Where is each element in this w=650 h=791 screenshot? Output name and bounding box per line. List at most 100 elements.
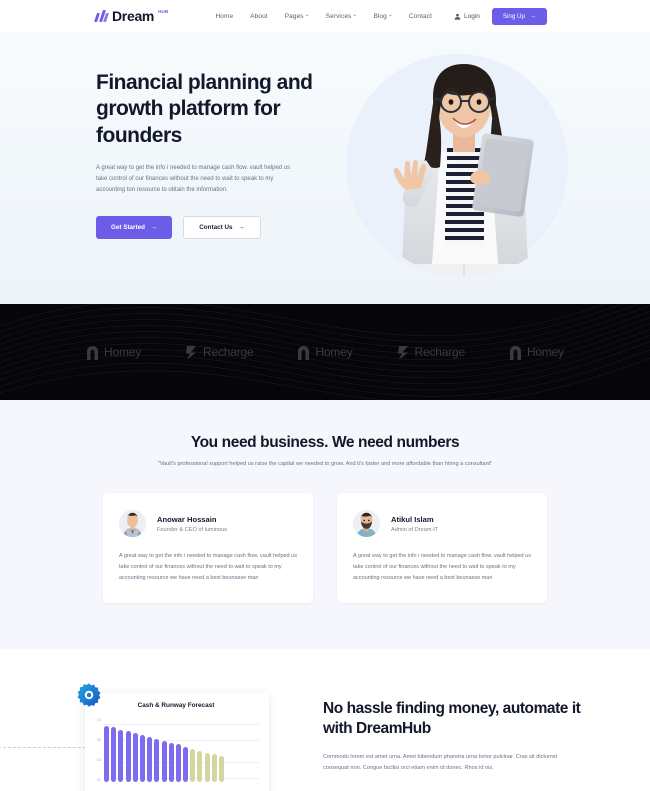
avatar-man-beard-image [353,510,380,537]
page-title: Financial planning and growth platform f… [96,71,313,147]
logo[interactable]: Dream HUB [94,8,169,24]
get-started-label: Get Started [111,224,145,232]
feature-title: No hassle finding money, automate it wit… [323,700,581,738]
contact-us-label: Contact Us [199,224,233,232]
chart-bar [168,742,174,782]
nav-item-home[interactable]: Home [215,13,233,20]
logo-superscript: HUB [158,8,169,14]
testimonial-quote: A great way to get the info i needed to … [353,553,531,581]
y-tick: 03 [97,758,101,762]
brand-label: Recharge [414,345,466,359]
nav-item-services[interactable]: Services + [326,13,357,20]
brand-label: Recharge [203,345,254,359]
hero-paragraph: A great way to get the info i needed to … [96,164,291,193]
brand-homey-2: Homey [297,345,353,360]
chart-bar [204,752,210,782]
arch-icon [87,345,99,360]
avatar-man-suit-image [119,510,146,537]
y-tick: 08 [97,738,101,742]
bolt-z-icon [186,345,197,359]
header-actions: Login Sing Up → [454,7,548,25]
signup-button[interactable]: Sing Up → [491,7,548,25]
feature-section: Cash & Runway Forecast 10 08 03 01 No ha… [0,649,650,791]
chart-visual: Cash & Runway Forecast 10 08 03 01 [0,683,305,791]
nav-item-blog[interactable]: Blog + [373,13,391,20]
avatar [119,510,146,537]
arrow-right-icon: → [529,12,537,20]
nav-item-contact[interactable]: Contact [409,13,432,20]
slash-mark-icon [94,10,110,22]
feature-paragraph: Commodo lorem est amet urna. Amet bibend… [323,753,558,771]
nav-label: Pages [284,12,304,20]
chart-bar [197,751,203,782]
chart-gridline [104,723,259,725]
arch-icon [298,345,310,360]
arrow-right-icon: → [238,224,245,232]
user-icon [454,13,461,20]
chart-bar [139,734,145,782]
get-started-button[interactable]: Get Started → [96,216,173,240]
testimonial-card: Atikul Islam Admin of Dream-IT A great w… [337,493,547,603]
chart-bar [161,740,167,782]
chart-bar [211,754,217,782]
contact-us-button[interactable]: Contact Us → [183,216,261,240]
nav-label: Home [215,12,234,20]
chart-title: Cash & Runway Forecast [137,702,215,709]
chart-bar [175,744,181,782]
nav-label: Blog [373,12,387,20]
testimonial-name: Atikul Islam [391,514,434,524]
brand-label: Homey [104,345,142,359]
site-header: Dream HUB Home About Pages + Services + … [0,0,650,32]
brand-recharge-1: Recharge [185,345,254,360]
testimonials-section: You need business. We need numbers "Vaul… [0,400,650,649]
hero-actions: Get Started → Contact Us → [96,216,330,240]
chart-card: Cash & Runway Forecast 10 08 03 01 [85,693,269,791]
chart-plot-area: 10 08 03 01 [93,718,259,790]
brand-label: Homey [315,345,353,359]
testimonial-name: Anowar Hossain [157,514,217,524]
nav-item-pages[interactable]: Pages + [285,13,309,20]
gear-icon [77,683,101,707]
arch-icon [509,345,521,360]
brand-homey-1: Homey [86,345,141,360]
section-title: You need business. We need numbers [190,434,460,451]
main-nav: Home About Pages + Services + Blog + Con… [215,13,432,20]
nav-label: Contact [408,12,432,20]
chart-bar [111,727,117,782]
chevron-down-icon: + [305,12,309,19]
chart-bar [219,756,224,782]
nav-label: Services [325,12,352,20]
chart-bar [132,732,138,782]
logo-text: Dream [112,8,155,24]
chart-bar [147,736,153,782]
chart-bar [118,729,124,782]
nav-item-about[interactable]: About [250,13,268,20]
y-tick: 01 [97,778,101,782]
arrow-right-icon: → [150,224,158,232]
hero-copy: Financial planning and growth platform f… [0,32,330,304]
bolt-z-icon [397,345,408,359]
login-link[interactable]: Login [454,13,480,20]
signup-label: Sing Up [502,12,525,20]
section-subtitle: "Vault's professional support helped us … [157,461,493,467]
nav-label: About [250,12,268,20]
testimonial-role: Admin of Dream-IT [391,526,439,533]
chart-bar [183,746,189,782]
testimonial-quote: A great way to get the info i needed to … [119,553,297,581]
chevron-down-icon: + [353,12,357,19]
testimonial-role: Founder & CEO of luminous [157,526,227,533]
chart-bar [190,748,196,782]
chart-bar [104,725,109,782]
brand-recharge-2: Recharge [397,345,465,360]
testimonial-card: Anowar Hossain Founder & CEO of luminous… [103,493,313,603]
hero-section: Financial planning and growth platform f… [0,32,650,304]
avatar [353,510,380,537]
y-tick: 10 [97,718,101,722]
chevron-down-icon: + [388,12,392,19]
y-axis-ticks: 10 08 03 01 [93,718,104,790]
brand-label: Homey [526,345,564,359]
testimonial-cards: Anowar Hossain Founder & CEO of luminous… [0,493,650,603]
bar-series [104,718,259,790]
hero-person-illustration [393,64,534,277]
chart-bar [154,739,160,782]
